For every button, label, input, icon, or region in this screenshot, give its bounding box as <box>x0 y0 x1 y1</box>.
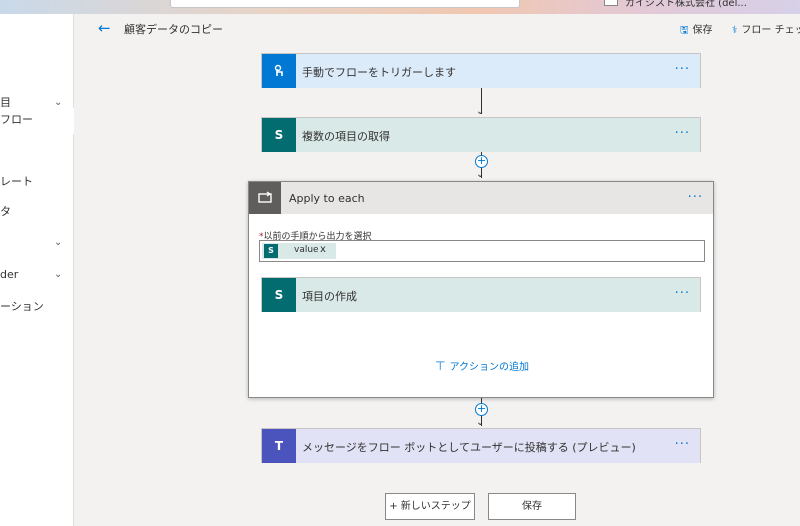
stethoscope-icon: ⚕ <box>732 25 738 36</box>
environment-icon <box>604 0 618 6</box>
manual-trigger-icon <box>262 54 296 88</box>
arrow-down-icon: ⌄ <box>476 169 485 180</box>
nav-item-label: タ <box>0 205 11 218</box>
teams-post-card[interactable]: T メッセージをフロー ボットとしてユーザーに投稿する (プレビュー) ··· <box>261 428 701 463</box>
create-item-title: 項目の作成 <box>302 290 357 303</box>
search-box[interactable] <box>170 0 520 8</box>
trigger-title: 手動でフローをトリガーします <box>302 66 456 79</box>
back-arrow-icon[interactable]: ← <box>98 19 111 37</box>
new-step-button[interactable]: + 新しいステップ <box>385 493 475 520</box>
environment-name[interactable]: ガイジスト株式会社 (del... <box>625 0 747 9</box>
select-output-field[interactable]: S value x <box>259 240 705 262</box>
nav-item-label: レート <box>0 175 33 188</box>
nav-item-solutions[interactable]: ーション <box>0 294 74 320</box>
sharepoint-icon: S <box>262 278 296 312</box>
add-action-label: アクションの追加 <box>449 362 529 373</box>
create-item-card-header[interactable]: S 項目の作成 ··· <box>262 278 700 312</box>
insert-step-plus-icon[interactable]: + <box>475 403 488 416</box>
trigger-card-header[interactable]: 手動でフローをトリガーします ··· <box>262 54 700 88</box>
more-options-icon[interactable]: ··· <box>688 190 703 205</box>
flow-title: 顧客データのコピー <box>124 23 223 36</box>
dynamic-content-token[interactable]: S value x <box>262 243 336 259</box>
get-items-card-header[interactable]: S 複数の項目の取得 ··· <box>262 118 700 152</box>
add-action-button[interactable]: ⊤ アクションの追加 <box>435 358 529 373</box>
teams-post-title: メッセージをフロー ボットとしてユーザーに投稿する (プレビュー) <box>302 441 636 454</box>
teams-post-card-header[interactable]: T メッセージをフロー ボットとしてユーザーに投稿する (プレビュー) ··· <box>262 429 700 463</box>
remove-token-icon[interactable]: x <box>320 244 326 255</box>
arrow-down-icon: ⌄ <box>476 417 485 428</box>
editor-header: ← 顧客データのコピー 🖫保存 ⚕フロー チェッカ <box>74 14 800 42</box>
sharepoint-icon: S <box>262 118 296 152</box>
flow-checker-label: フロー チェッカ <box>741 25 800 36</box>
more-options-icon[interactable]: ··· <box>675 286 690 301</box>
save-icon: 🖫 <box>680 25 689 36</box>
apply-to-each-header[interactable]: Apply to each ··· <box>249 182 713 214</box>
loop-icon <box>249 182 281 214</box>
arrow-down-icon: ⌄ <box>476 106 485 117</box>
header-save-label: 保存 <box>692 25 713 36</box>
nav-item-data[interactable]: タ <box>0 199 74 225</box>
more-options-icon[interactable]: ··· <box>675 62 690 77</box>
nav-item-builder[interactable]: der ⌄ <box>0 262 74 288</box>
get-items-title: 複数の項目の取得 <box>302 130 390 143</box>
nav-item-5[interactable]: ⌄ <box>0 230 74 256</box>
token-label: value <box>294 245 319 255</box>
insert-step-plus-icon[interactable]: + <box>475 155 488 168</box>
get-items-card[interactable]: S 複数の項目の取得 ··· <box>261 117 701 152</box>
apply-to-each-title: Apply to each <box>289 192 365 205</box>
add-action-icon: ⊤ <box>435 359 446 373</box>
nav-item-my-flows-active[interactable]: フロー <box>0 107 74 133</box>
nav-item-label: ーション <box>0 300 44 313</box>
more-options-icon[interactable]: ··· <box>675 437 690 452</box>
left-navigation: 目 ⌄ フロー レート タ ⌄ der ⌄ ーション <box>0 14 74 526</box>
header-save-button[interactable]: 🖫 保存 <box>680 21 713 40</box>
more-options-icon[interactable]: ··· <box>675 126 690 141</box>
nav-item-label: フロー <box>0 113 33 126</box>
touch-icon <box>274 64 283 76</box>
chevron-down-icon: ⌄ <box>54 269 63 280</box>
sharepoint-icon: S <box>264 244 278 258</box>
chevron-down-icon: ⌄ <box>54 237 63 248</box>
nav-item-templates[interactable]: レート <box>0 169 74 195</box>
nav-item-label: der <box>0 268 19 281</box>
create-item-card[interactable]: S 項目の作成 ··· <box>261 277 701 312</box>
flow-checker-button[interactable]: ⚕フロー チェッカ <box>732 21 800 36</box>
app-top-strip: ガイジスト株式会社 (del... <box>0 0 800 14</box>
save-button[interactable]: 保存 <box>488 493 576 520</box>
teams-icon: T <box>262 429 296 463</box>
trigger-card[interactable]: 手動でフローをトリガーします ··· <box>261 53 701 88</box>
